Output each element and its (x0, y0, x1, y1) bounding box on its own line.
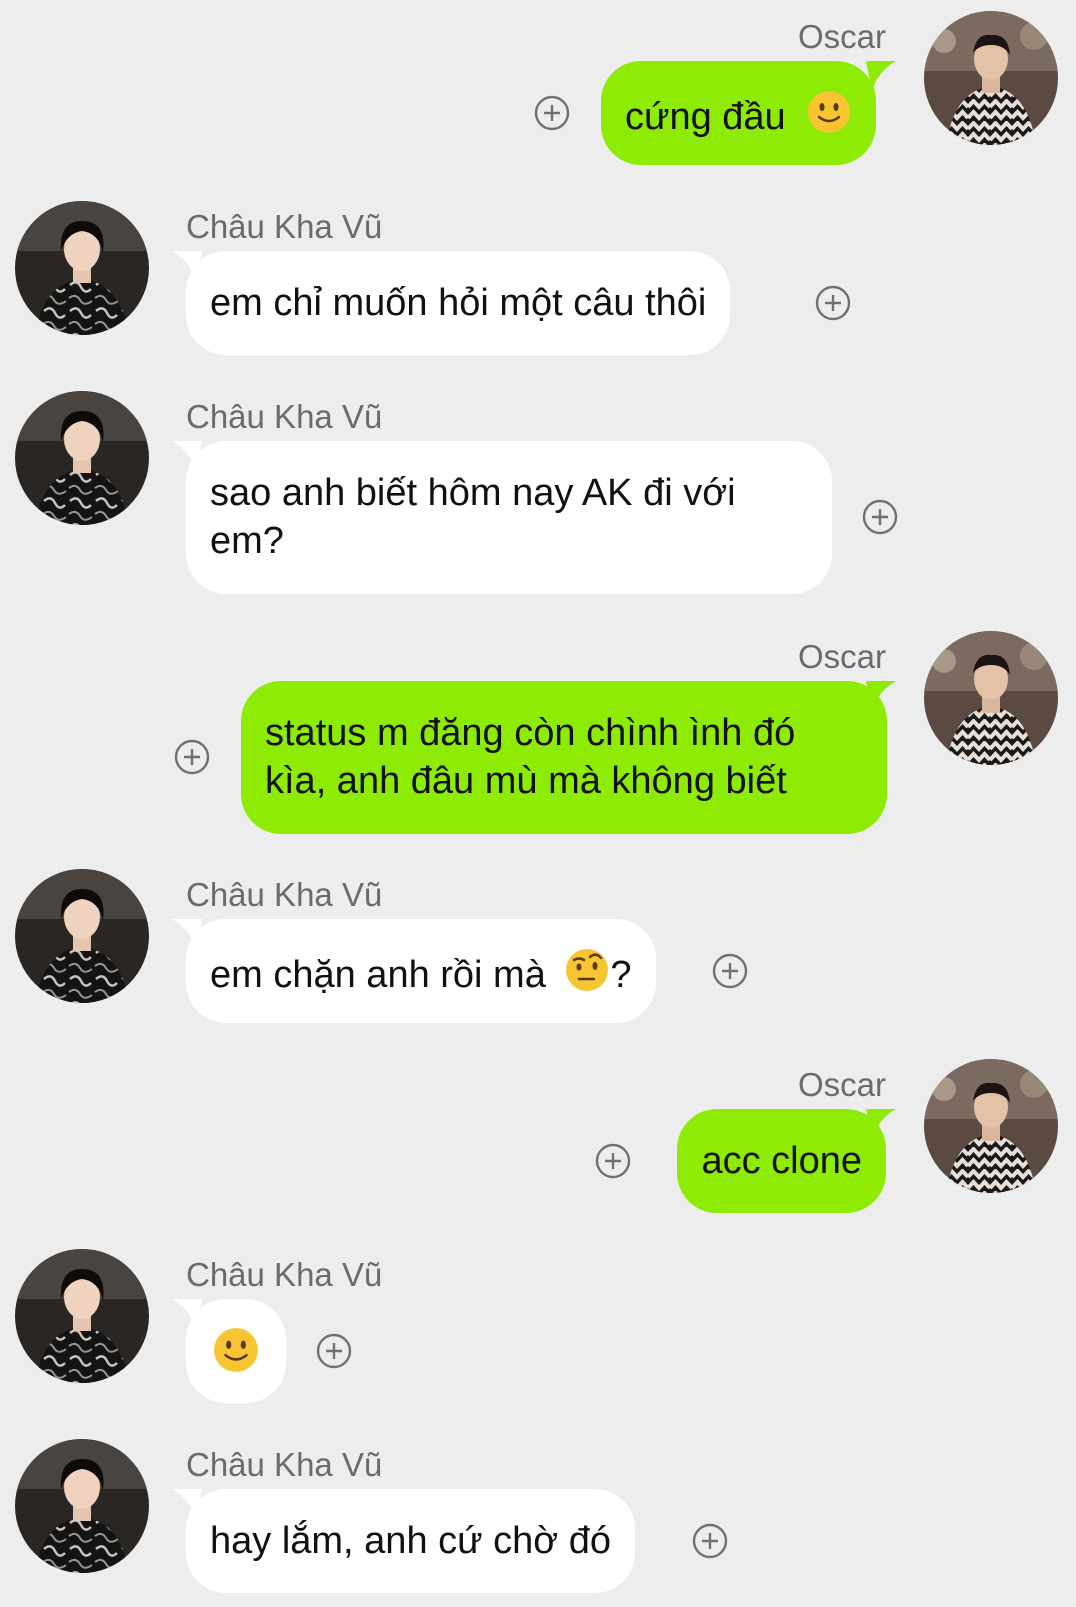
sender-name: Châu Kha Vũ (186, 398, 383, 435)
bubble-tail (172, 1299, 202, 1329)
message-row: Châu Kha Vũ em chỉ muốn hỏi một câu thôi (0, 190, 1076, 360)
sender-name: Châu Kha Vũ (186, 876, 383, 913)
face-with-raised-eyebrow-icon (566, 949, 609, 991)
sender-name: Châu Kha Vũ (186, 1256, 383, 1293)
message-bubble[interactable]: cứng đầu (601, 61, 877, 165)
add-reaction-icon[interactable] (712, 953, 748, 989)
avatar-oscar[interactable] (924, 631, 1058, 765)
add-reaction-icon[interactable] (316, 1333, 352, 1369)
bubble-tail (866, 681, 896, 711)
message-text-line: sao anh biết hôm nay AK đi với (210, 472, 736, 514)
message-text-line: kìa, anh đâu mù mà không biết (265, 760, 787, 802)
add-reaction-icon[interactable] (862, 499, 898, 535)
message-row: Châu Kha Vũ hay lắm, anh cứ chờ đó (0, 1428, 1076, 1607)
bubble-tail (172, 441, 202, 471)
avatar-oscar[interactable] (924, 1059, 1058, 1193)
message-row: Châu Kha Vũ em chặn anh rồi mà ? (0, 858, 1076, 1028)
avatar-chau-kha-vu[interactable] (15, 1249, 149, 1383)
message-bubble[interactable]: status m đăng còn chình ình đó kìa, anh … (241, 681, 887, 834)
message-bubble[interactable]: acc clone (677, 1109, 886, 1213)
message-text-line: em? (210, 520, 284, 562)
sender-name: Châu Kha Vũ (186, 1446, 383, 1483)
sender-name: Châu Kha Vũ (186, 208, 383, 245)
message-row: Oscar cứng đầu (0, 0, 1076, 170)
add-reaction-icon[interactable] (595, 1143, 631, 1179)
avatar-chau-kha-vu[interactable] (15, 201, 149, 335)
slightly-smiling-face-icon (808, 91, 851, 133)
avatar-oscar[interactable] (924, 11, 1058, 145)
avatar-chau-kha-vu[interactable] (15, 869, 149, 1003)
bubble-tail (172, 251, 202, 281)
message-text: em chỉ muốn hỏi một câu thôi (210, 282, 707, 324)
message-row: Châu Kha Vũ (0, 1238, 1076, 1408)
message-bubble[interactable]: hay lắm, anh cứ chờ đó (186, 1489, 636, 1593)
avatar-chau-kha-vu[interactable] (15, 391, 149, 525)
message-text-suffix: ? (610, 954, 632, 996)
message-text: hay lắm, anh cứ chờ đó (210, 1520, 612, 1562)
message-text: cứng đầu (625, 96, 786, 138)
message-row: Châu Kha Vũ sao anh biết hôm nay AK đi v… (0, 380, 1076, 600)
message-row: Oscar status m đăng còn chình ình đó kìa… (0, 620, 1076, 840)
sender-name: Oscar (797, 18, 886, 55)
message-row: Oscar acc clone (0, 1048, 1076, 1218)
bubble-tail (172, 1489, 202, 1519)
sender-name: Oscar (797, 638, 886, 675)
add-reaction-icon[interactable] (692, 1523, 728, 1559)
bubble-tail (866, 1109, 896, 1139)
bubble-tail (172, 919, 202, 949)
message-text-line: status m đăng còn chình ình đó (265, 712, 796, 754)
add-reaction-icon[interactable] (815, 285, 851, 321)
bubble-tail (866, 61, 896, 91)
message-bubble[interactable]: em chỉ muốn hỏi một câu thôi (186, 251, 731, 355)
slightly-smiling-face-icon (214, 1328, 258, 1372)
message-bubble[interactable]: em chặn anh rồi mà ? (186, 919, 656, 1023)
avatar-chau-kha-vu[interactable] (15, 1439, 149, 1573)
add-reaction-icon[interactable] (174, 739, 210, 775)
message-text: acc clone (701, 1140, 862, 1182)
message-text: em chặn anh rồi mà (210, 954, 546, 996)
sender-name: Oscar (797, 1066, 886, 1103)
message-bubble[interactable]: sao anh biết hôm nay AK đi với em? (186, 441, 832, 594)
add-reaction-icon[interactable] (534, 95, 570, 131)
